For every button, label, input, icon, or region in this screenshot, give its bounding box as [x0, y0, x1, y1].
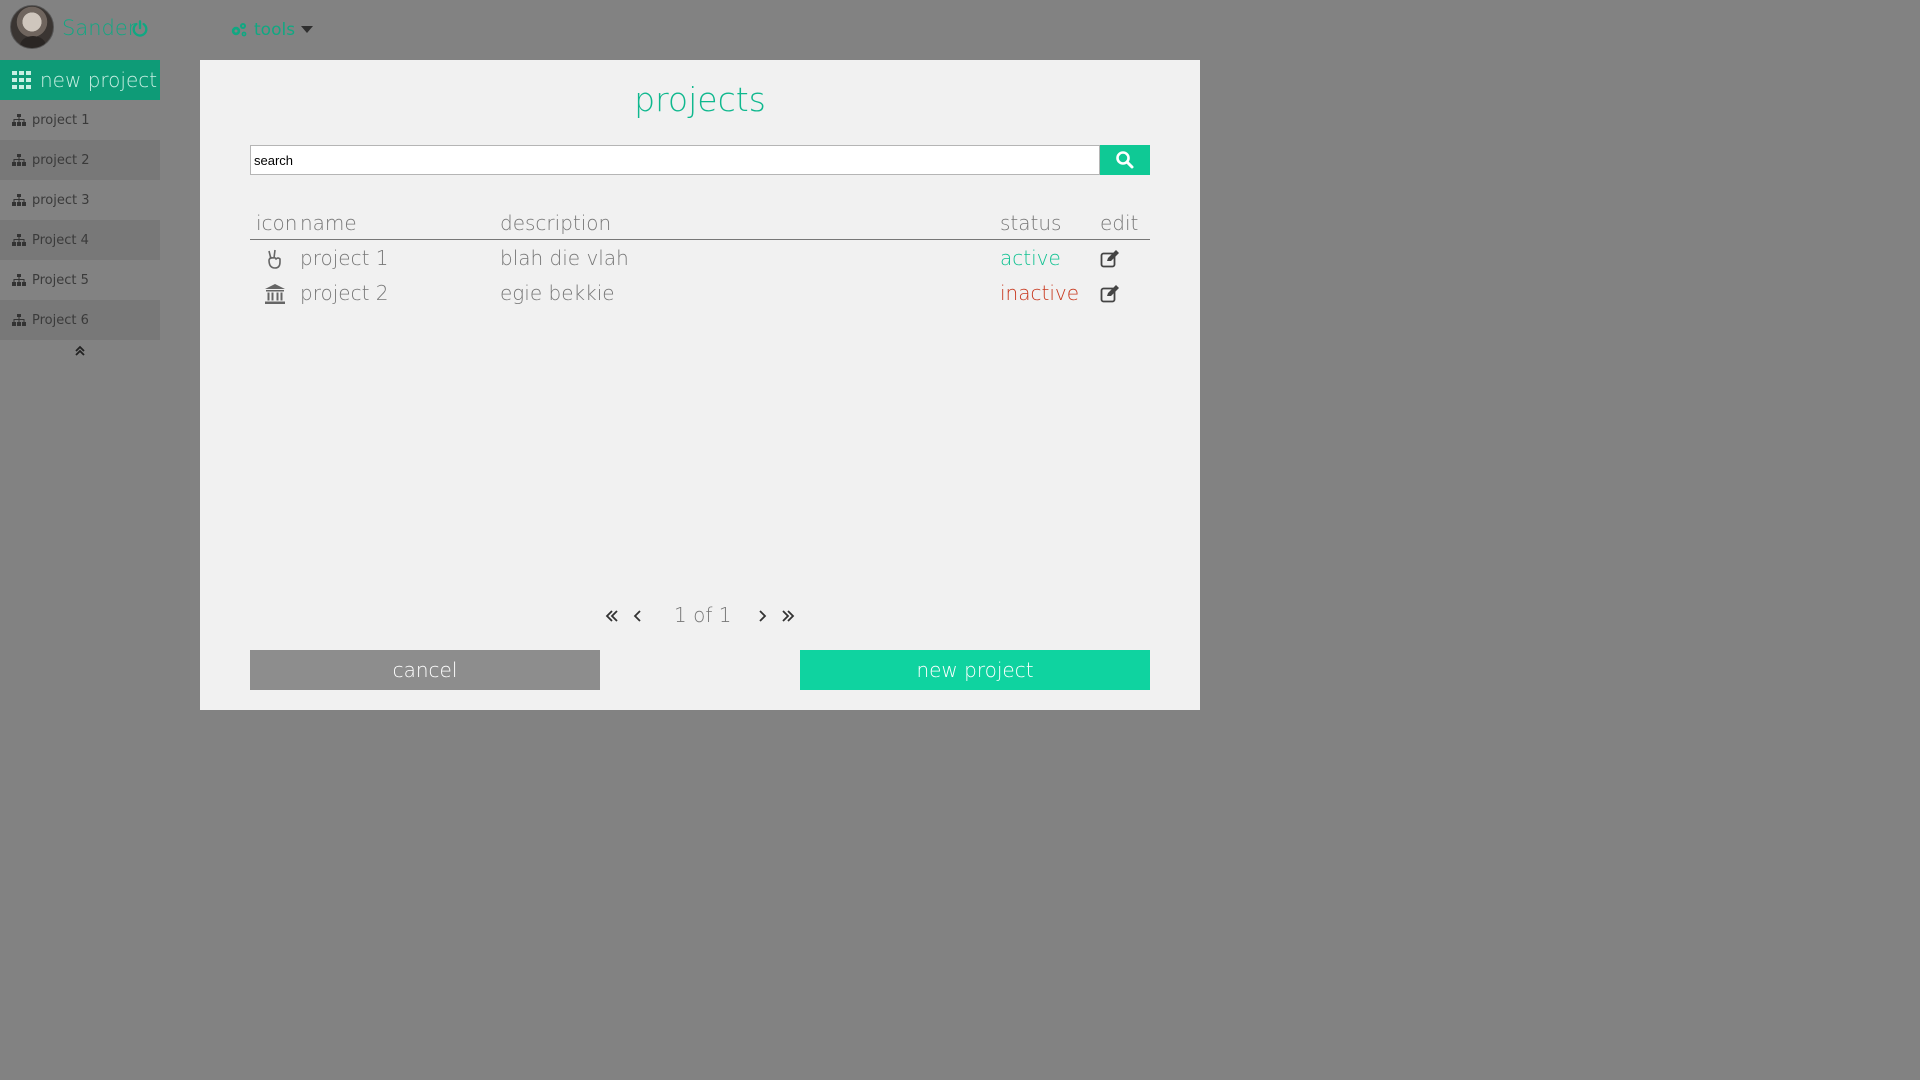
search-bar: [250, 145, 1150, 175]
sidebar-item-project-4[interactable]: Project 4: [0, 220, 160, 260]
sitemap-icon: [12, 194, 26, 206]
edit-icon[interactable]: [1100, 249, 1120, 269]
sidebar-item-project-3[interactable]: project 3: [0, 180, 160, 220]
sidebar: new project project 1 project 2 project …: [0, 60, 160, 358]
tools-label: tools: [254, 20, 296, 40]
table-row[interactable]: project 1 blah die vlah active: [250, 240, 1150, 275]
projects-modal: projects icon name description status ed…: [200, 60, 1200, 710]
sidebar-item-label: project 3: [32, 192, 90, 208]
tools-menu[interactable]: tools: [230, 19, 314, 41]
column-header-name[interactable]: name: [300, 211, 357, 235]
projects-table: icon name description status edit projec…: [250, 205, 1150, 310]
search-icon: [1116, 151, 1134, 169]
cell-description: blah die vlah: [500, 246, 629, 270]
top-bar: Sander tools: [0, 0, 1920, 60]
previous-page-icon[interactable]: [630, 608, 646, 624]
sidebar-item-label: Project 6: [32, 312, 89, 328]
sidebar-item-project-5[interactable]: Project 5: [0, 260, 160, 300]
grid-icon: [12, 71, 31, 89]
table-row[interactable]: project 2 egie bekkie inactive: [250, 275, 1150, 310]
cogs-icon: [231, 23, 247, 37]
peace-hand-icon: [268, 249, 281, 269]
status-badge: inactive: [1000, 281, 1080, 305]
sidebar-item-label: Project 5: [32, 272, 89, 288]
new-project-button[interactable]: new project: [800, 650, 1150, 690]
page-info: 1 of 1: [674, 603, 732, 627]
sitemap-icon: [12, 114, 26, 126]
search-input[interactable]: [250, 145, 1100, 175]
sidebar-new-project-label: new project: [40, 68, 158, 92]
search-button[interactable]: [1100, 145, 1150, 175]
edit-icon[interactable]: [1100, 284, 1120, 304]
sitemap-icon: [12, 314, 26, 326]
sitemap-icon: [12, 234, 26, 246]
cell-name: project 2: [300, 281, 389, 305]
pagination: 1 of 1: [200, 600, 1200, 630]
first-page-icon[interactable]: [604, 608, 620, 624]
cell-name: project 1: [300, 246, 389, 270]
cancel-button[interactable]: cancel: [250, 650, 600, 690]
column-header-status[interactable]: status: [1000, 211, 1061, 235]
cell-description: egie bekkie: [500, 281, 615, 305]
username[interactable]: Sander: [62, 16, 136, 40]
sidebar-item-label: project 2: [32, 152, 90, 168]
column-header-edit: edit: [1100, 211, 1139, 235]
last-page-icon[interactable]: [780, 608, 796, 624]
modal-title: projects: [634, 80, 766, 119]
column-header-description[interactable]: description: [500, 211, 611, 235]
column-header-icon: icon: [256, 211, 298, 235]
sitemap-icon: [12, 154, 26, 166]
sitemap-icon: [12, 274, 26, 286]
avatar[interactable]: [10, 5, 54, 49]
chevron-down-icon: [301, 26, 314, 33]
next-page-icon[interactable]: [754, 608, 770, 624]
power-icon[interactable]: [131, 20, 149, 38]
double-chevron-up-icon[interactable]: [73, 344, 87, 358]
sidebar-new-project-button[interactable]: new project: [0, 60, 160, 100]
status-badge: active: [1000, 246, 1061, 270]
sidebar-item-project-1[interactable]: project 1: [0, 100, 160, 140]
sidebar-item-label: Project 4: [32, 232, 89, 248]
table-header: icon name description status edit: [250, 205, 1150, 240]
bank-icon: [265, 284, 285, 304]
sidebar-item-project-6[interactable]: Project 6: [0, 300, 160, 340]
sidebar-item-project-2[interactable]: project 2: [0, 140, 160, 180]
sidebar-item-label: project 1: [32, 112, 90, 128]
